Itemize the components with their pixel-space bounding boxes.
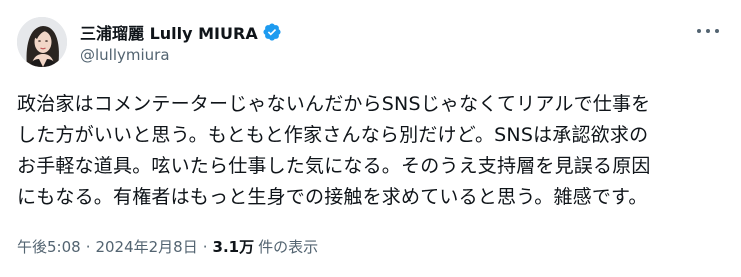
dot <box>697 29 701 33</box>
display-name[interactable]: 三浦瑠麗 Lully MIURA <box>80 20 258 44</box>
more-options-icon[interactable] <box>697 24 719 38</box>
tweet-time[interactable]: 午後5:08 <box>17 236 81 257</box>
author-block: 三浦瑠麗 Lully MIURA @lullymiura <box>80 20 282 64</box>
display-name-row: 三浦瑠麗 Lully MIURA <box>80 20 282 44</box>
tweet-text-line: にもなる。有権者はもっと生身での接触を求めていると思う。雑感です。 <box>17 186 648 208</box>
tweet-text-line: お手軽な道具。呟いたら仕事した気になる。そのうえ支持層を見誤る原因 <box>17 155 651 177</box>
verified-badge-icon[interactable] <box>262 22 282 42</box>
avatar[interactable] <box>17 17 67 67</box>
dot <box>715 29 719 33</box>
avatar-image <box>17 17 67 67</box>
handle[interactable]: @lullymiura <box>80 46 282 64</box>
tweet-text: 政治家はコメンテーターじゃないんだからSNSじゃなくてリアルで仕事を した方がい… <box>17 89 722 213</box>
dot <box>706 29 710 33</box>
tweet-card: 三浦瑠麗 Lully MIURA @lullymiura 政治家はコメンテーター… <box>0 0 741 277</box>
meta-separator: · <box>85 238 91 256</box>
tweet-date[interactable]: 2024年2月8日 <box>95 236 197 257</box>
views-count[interactable]: 3.1万 <box>213 236 255 257</box>
tweet-text-line: 政治家はコメンテーターじゃないんだからSNSじゃなくてリアルで仕事を <box>17 93 651 115</box>
views-label[interactable]: 件の表示 <box>258 236 318 257</box>
meta-separator: · <box>202 238 208 256</box>
tweet-text-line: した方がいいと思う。もともと作家さんなら別だけど。SNSは承認欲求の <box>17 124 649 146</box>
tweet-meta: 午後5:08 · 2024年2月8日 · 3.1万 件の表示 <box>17 236 318 257</box>
